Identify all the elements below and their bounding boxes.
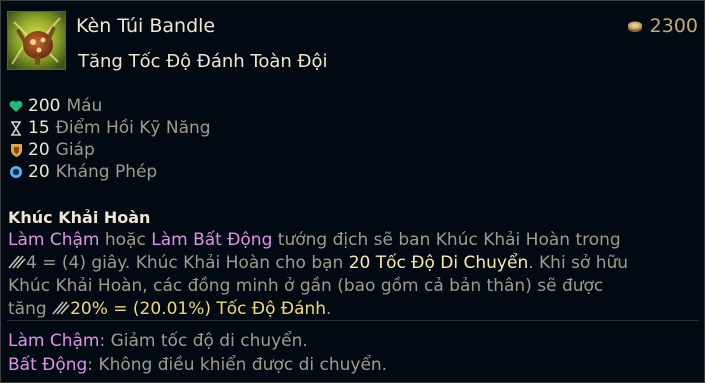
passive-text: tướng địch sẽ ban Khúc Khải Hoàn trong (272, 230, 621, 250)
stat-label: Máu (66, 96, 103, 116)
keyword-definitions: Làm Chậm: Giảm tốc độ di chuyển. Bất Độn… (8, 329, 387, 377)
scaling-icon (52, 300, 70, 316)
stat-value: 15 (28, 118, 50, 138)
gold-coin-icon (627, 21, 642, 32)
bandle-pipes-item-icon (7, 11, 66, 70)
passive-line-1: Làm Chậm hoặc Làm Bất Động tướng địch sẽ… (8, 229, 698, 252)
stat-label: Kháng Phép (55, 162, 158, 182)
passive-text: tăng (8, 299, 53, 319)
stat-magic-resist: 20 Kháng Phép (8, 161, 211, 183)
heart-icon (8, 98, 24, 114)
shield-icon (8, 142, 24, 158)
item-tooltip: Kèn Túi Bandle Tăng Tốc Độ Đánh Toàn Đội… (0, 0, 705, 383)
passive-text: hoặc (99, 230, 152, 250)
stat-ability-haste: 15 Điểm Hồi Kỹ Năng (8, 117, 211, 139)
stat-health: 200 Máu (8, 95, 211, 117)
keyword-immobilize[interactable]: Làm Bất Động (151, 230, 272, 250)
passive-section: Khúc Khải Hoàn Làm Chậm hoặc Làm Bất Độn… (8, 206, 698, 321)
stat-armor: 20 Giáp (8, 139, 211, 161)
stat-label: Giáp (55, 140, 95, 160)
keyword-definition: : Giảm tốc độ di chuyển. (99, 331, 308, 351)
passive-text: . Khi sở hữu (528, 253, 629, 273)
passive-title: Khúc Khải Hoàn (8, 208, 151, 227)
magic-resist-icon (8, 164, 24, 180)
keyword-def-immobilize: Bất Động: Không điều khiển được di chuyể… (8, 353, 387, 377)
passive-text: . (326, 299, 332, 319)
keyword-term: Bất Động (8, 355, 88, 375)
passive-text: 4 = (4) giây. Khúc Khải Hoàn cho bạn (26, 253, 349, 273)
stat-value: 20 (28, 162, 50, 182)
movement-speed-bonus: 20 Tốc Độ Di Chuyển (348, 253, 529, 273)
item-price: 2300 (626, 15, 698, 37)
stat-value: 200 (28, 96, 61, 116)
keyword-slow[interactable]: Làm Chậm (8, 230, 99, 250)
keyword-definition: : Không điều khiển được di chuyển. (87, 355, 388, 375)
passive-line-2: 4 = (4) giây. Khúc Khải Hoàn cho bạn 20 … (8, 252, 698, 275)
keyword-term: Làm Chậm (8, 331, 100, 351)
scaling-icon (8, 254, 26, 270)
passive-line-3: Khúc Khải Hoàn, các đồng minh ở gần (bao… (8, 276, 604, 296)
divider (7, 320, 699, 321)
attack-speed-bonus: 20% = (20.01%) Tốc Độ Đánh (70, 299, 327, 319)
stat-label: Điểm Hồi Kỹ Năng (55, 118, 211, 138)
hourglass-icon (8, 120, 24, 136)
price-value: 2300 (649, 15, 698, 37)
stats-list: 200 Máu 15 Điểm Hồi Kỹ Năng 20 Giáp 20 K… (8, 95, 211, 183)
passive-line-4: tăng 20% = (20.01%) Tốc Độ Đánh. (8, 298, 698, 321)
item-name: Kèn Túi Bandle (76, 15, 216, 37)
stat-value: 20 (28, 140, 50, 160)
keyword-def-slow: Làm Chậm: Giảm tốc độ di chuyển. (8, 329, 387, 353)
item-tagline: Tăng Tốc Độ Đánh Toàn Đội (78, 51, 328, 72)
